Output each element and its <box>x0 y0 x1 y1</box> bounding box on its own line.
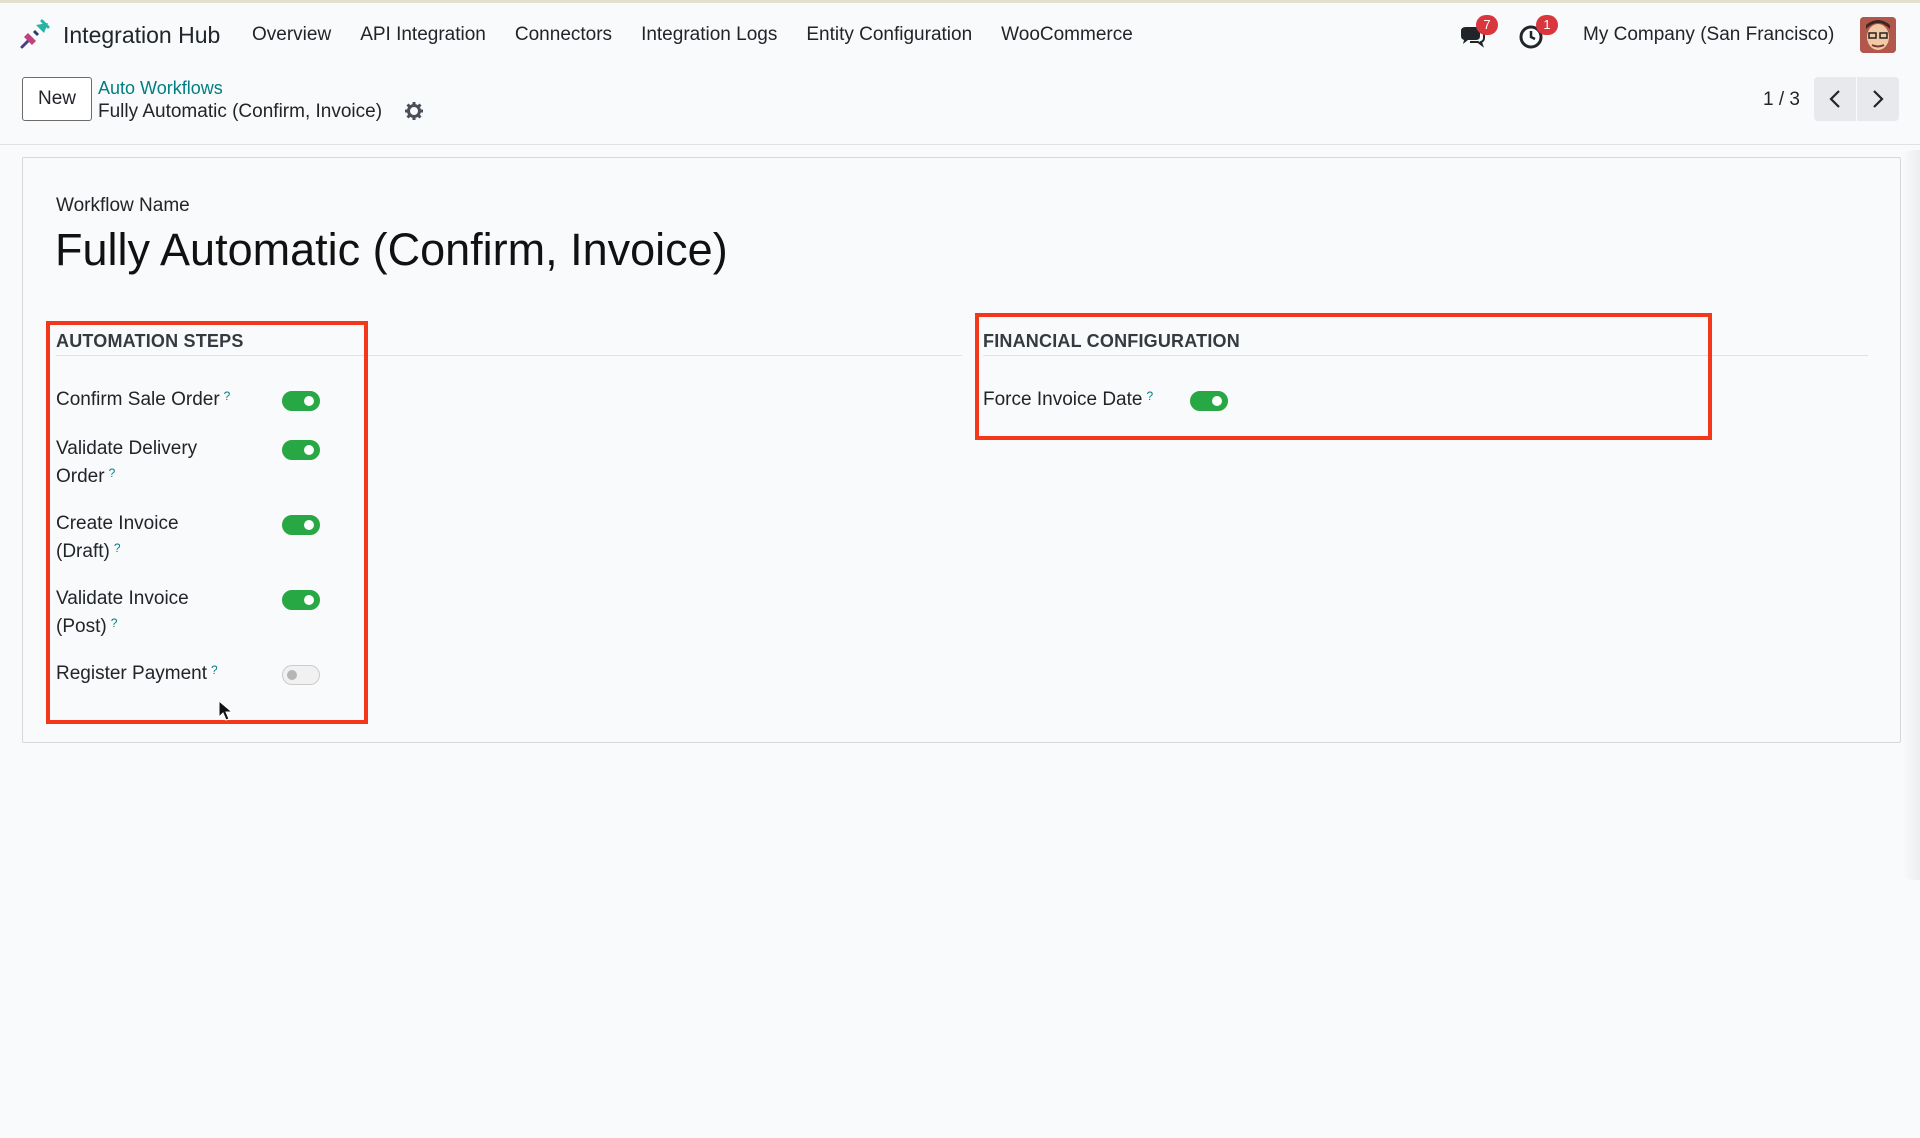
workflow-name-field[interactable]: Fully Automatic (Confirm, Invoice) <box>55 224 728 276</box>
mouse-cursor-icon <box>218 700 234 721</box>
main-navbar: Integration Hub Overview API Integration… <box>0 3 1920 67</box>
messages-button[interactable]: 7 <box>1458 15 1498 51</box>
user-avatar[interactable] <box>1860 17 1896 53</box>
nav-item-woocommerce[interactable]: WooCommerce <box>1001 24 1133 46</box>
pager-next-button[interactable] <box>1857 77 1899 121</box>
gear-icon[interactable] <box>404 101 424 121</box>
activities-count-badge: 1 <box>1536 15 1558 35</box>
nav-item-overview[interactable]: Overview <box>252 24 331 46</box>
nav-item-integration-logs[interactable]: Integration Logs <box>641 24 777 46</box>
company-switcher[interactable]: My Company (San Francisco) <box>1583 24 1834 46</box>
control-panel: New Auto Workflows Fully Automatic (Conf… <box>0 67 1920 145</box>
nav-item-entity-configuration[interactable]: Entity Configuration <box>806 24 972 46</box>
activities-button[interactable]: 1 <box>1518 15 1558 51</box>
nav-item-connectors[interactable]: Connectors <box>515 24 612 46</box>
chevron-left-icon <box>1829 90 1840 108</box>
breadcrumb-auto-workflows[interactable]: Auto Workflows <box>98 78 223 99</box>
user-face-icon <box>1860 17 1896 53</box>
chevron-right-icon <box>1873 90 1884 108</box>
breadcrumb-current-record: Fully Automatic (Confirm, Invoice) <box>98 101 383 122</box>
window-edge-shadow <box>1902 150 1920 880</box>
nav-menu: Overview API Integration Connectors Inte… <box>252 3 1162 67</box>
integration-hub-logo-icon[interactable] <box>18 17 52 51</box>
pager-value[interactable]: 1 / 3 <box>1763 89 1800 111</box>
new-button[interactable]: New <box>22 77 92 121</box>
nav-item-api-integration[interactable]: API Integration <box>360 24 486 46</box>
messages-count-badge: 7 <box>1476 15 1498 35</box>
pager-previous-button[interactable] <box>1814 77 1856 121</box>
automation-steps-highlight-box <box>46 321 368 724</box>
app-name[interactable]: Integration Hub <box>63 22 220 49</box>
financial-configuration-highlight-box <box>975 313 1712 440</box>
workflow-name-label: Workflow Name <box>56 195 190 216</box>
